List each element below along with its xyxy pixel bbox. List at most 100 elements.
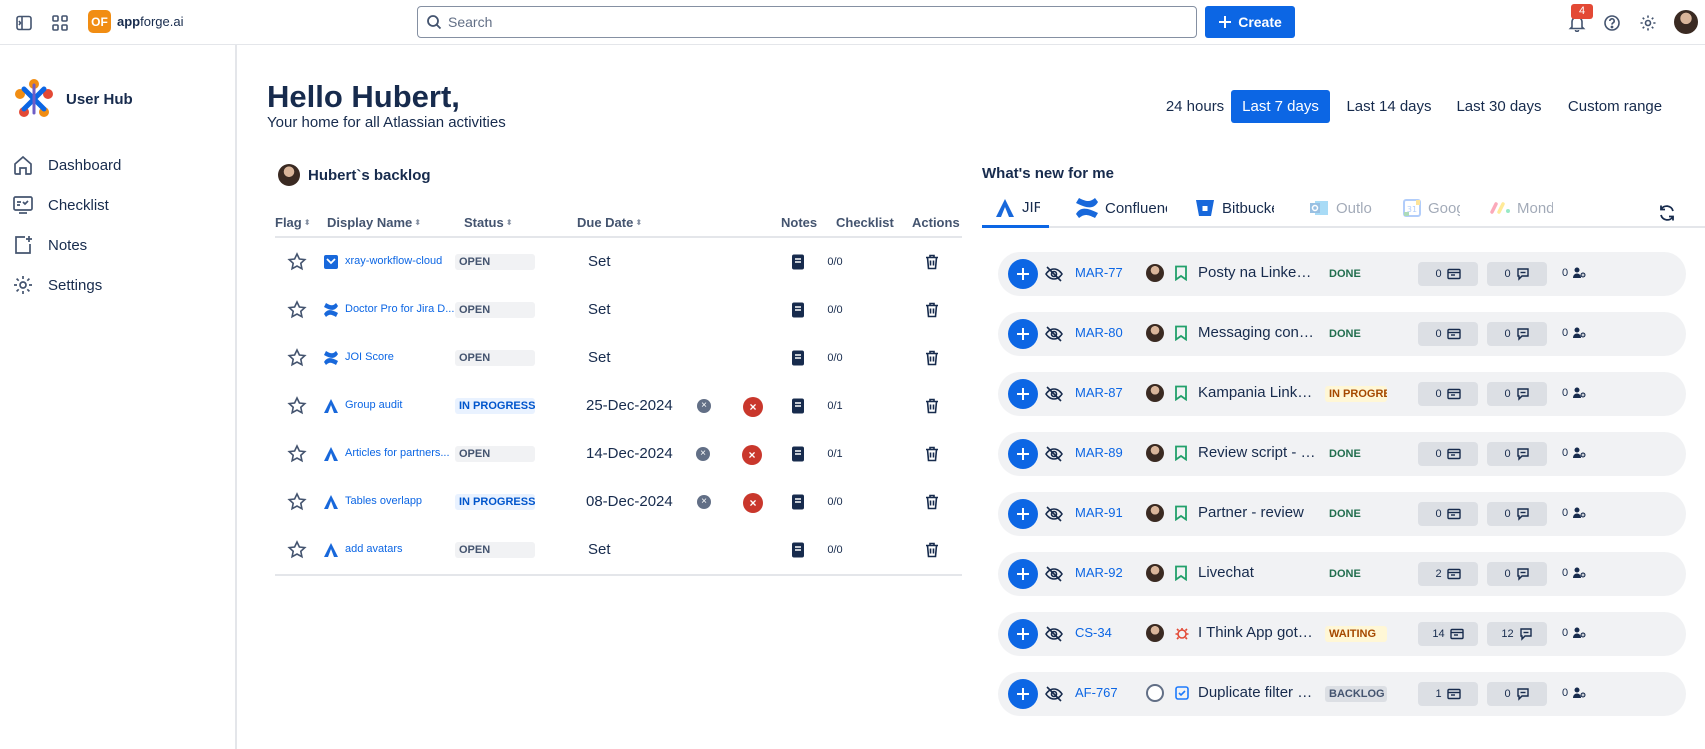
- watchers-count[interactable]: 0: [1562, 266, 1586, 280]
- display-name-link[interactable]: Tables overlapp: [345, 495, 465, 507]
- comments-count[interactable]: 0: [1487, 562, 1547, 586]
- issue-title[interactable]: I Think App got stuck: [1198, 624, 1316, 641]
- hide-eye-icon[interactable]: [1044, 564, 1064, 584]
- tab-monday[interactable]: Monday: [1489, 190, 1559, 226]
- column-header-display-name[interactable]: Display Name ⬍: [327, 215, 421, 230]
- add-to-backlog-button[interactable]: [1008, 259, 1038, 289]
- hide-eye-icon[interactable]: [1044, 264, 1064, 284]
- attachments-count[interactable]: 0: [1418, 442, 1478, 466]
- add-to-backlog-button[interactable]: [1008, 439, 1038, 469]
- trash-icon[interactable]: [923, 253, 941, 271]
- star-icon[interactable]: [287, 396, 307, 416]
- watchers-count[interactable]: 0: [1562, 626, 1586, 640]
- search-input[interactable]: [448, 14, 1148, 30]
- sidebar-item-notes[interactable]: Notes: [12, 231, 222, 259]
- due-date[interactable]: 08-Dec-2024: [586, 493, 673, 510]
- star-icon[interactable]: [287, 540, 307, 560]
- attachments-count[interactable]: 14: [1418, 622, 1478, 646]
- range-last-14-days[interactable]: Last 14 days: [1339, 90, 1439, 123]
- app-switcher-icon[interactable]: [49, 12, 71, 34]
- comments-count[interactable]: 0: [1487, 442, 1547, 466]
- brand[interactable]: OF appforge.ai: [88, 10, 184, 33]
- issue-key-link[interactable]: MAR-89: [1075, 445, 1123, 460]
- attachments-count[interactable]: 0: [1418, 502, 1478, 526]
- clear-date-icon[interactable]: ×: [696, 447, 710, 461]
- refresh-icon[interactable]: [1657, 203, 1677, 223]
- issue-title[interactable]: Messaging concept: [1198, 324, 1316, 341]
- star-icon[interactable]: [287, 348, 307, 368]
- issue-title[interactable]: Kampania LinkedIn: [1198, 384, 1316, 401]
- add-to-backlog-button[interactable]: [1008, 559, 1038, 589]
- trash-icon[interactable]: [923, 349, 941, 367]
- add-to-backlog-button[interactable]: [1008, 619, 1038, 649]
- tab-outlook[interactable]: Outlook: [1308, 190, 1374, 226]
- hide-eye-icon[interactable]: [1044, 444, 1064, 464]
- sidebar-item-settings[interactable]: Settings: [12, 271, 222, 299]
- help-icon[interactable]: [1601, 12, 1623, 34]
- due-date-set[interactable]: Set: [588, 253, 611, 270]
- display-name-link[interactable]: Articles for partners...: [345, 447, 465, 459]
- tab-bitbucket[interactable]: Bitbucket: [1194, 190, 1274, 226]
- due-date-set[interactable]: Set: [588, 541, 611, 558]
- issue-title[interactable]: Livechat: [1198, 564, 1316, 581]
- comments-count[interactable]: 0: [1487, 322, 1547, 346]
- due-date[interactable]: 25-Dec-2024: [586, 397, 673, 414]
- issue-key-link[interactable]: AF-767: [1075, 685, 1118, 700]
- create-button[interactable]: Create: [1205, 6, 1295, 38]
- issue-key-link[interactable]: MAR-87: [1075, 385, 1123, 400]
- column-header-flag[interactable]: Flag ⬍: [275, 215, 310, 230]
- comments-count[interactable]: 12: [1487, 622, 1547, 646]
- attachments-count[interactable]: 0: [1418, 322, 1478, 346]
- issue-key-link[interactable]: MAR-92: [1075, 565, 1123, 580]
- range-24-hours[interactable]: 24 hours: [1145, 90, 1245, 123]
- hide-eye-icon[interactable]: [1044, 684, 1064, 704]
- attachments-count[interactable]: 0: [1418, 262, 1478, 286]
- comments-count[interactable]: 0: [1487, 682, 1547, 706]
- attachments-count[interactable]: 1: [1418, 682, 1478, 706]
- issue-key-link[interactable]: MAR-77: [1075, 265, 1123, 280]
- watchers-count[interactable]: 0: [1562, 506, 1586, 520]
- hide-eye-icon[interactable]: [1044, 324, 1064, 344]
- due-date-set[interactable]: Set: [588, 301, 611, 318]
- sidebar-toggle-icon[interactable]: [13, 12, 35, 34]
- gear-icon[interactable]: [1637, 12, 1659, 34]
- tab-jira[interactable]: JIRA: [982, 190, 1049, 228]
- trash-icon[interactable]: [923, 493, 941, 511]
- issue-key-link[interactable]: CS-34: [1075, 625, 1112, 640]
- issue-title[interactable]: Posty na LinkedIn: [1198, 264, 1316, 281]
- due-date-set[interactable]: Set: [588, 349, 611, 366]
- attachments-count[interactable]: 2: [1418, 562, 1478, 586]
- add-to-backlog-button[interactable]: [1008, 319, 1038, 349]
- trash-icon[interactable]: [923, 301, 941, 319]
- trash-icon[interactable]: [923, 397, 941, 415]
- trash-icon[interactable]: [923, 445, 941, 463]
- hide-eye-icon[interactable]: [1044, 504, 1064, 524]
- display-name-link[interactable]: xray-workflow-cloud: [345, 255, 465, 267]
- comments-count[interactable]: 0: [1487, 502, 1547, 526]
- display-name-link[interactable]: Group audit: [345, 399, 465, 411]
- watchers-count[interactable]: 0: [1562, 446, 1586, 460]
- issue-key-link[interactable]: MAR-80: [1075, 325, 1123, 340]
- issue-title[interactable]: Partner - review: [1198, 504, 1316, 521]
- search-box[interactable]: [417, 6, 1197, 38]
- trash-icon[interactable]: [923, 541, 941, 559]
- sidebar-item-checklist[interactable]: Checklist: [12, 191, 222, 219]
- issue-title[interactable]: Review script - video: [1198, 444, 1316, 461]
- column-header-due-date[interactable]: Due Date ⬍: [577, 215, 642, 230]
- clear-date-icon[interactable]: ×: [697, 399, 711, 413]
- column-header-status[interactable]: Status ⬍: [464, 215, 512, 230]
- add-to-backlog-button[interactable]: [1008, 379, 1038, 409]
- hide-eye-icon[interactable]: [1044, 384, 1064, 404]
- range-last-30-days[interactable]: Last 30 days: [1449, 90, 1549, 123]
- clear-date-icon[interactable]: ×: [697, 495, 711, 509]
- watchers-count[interactable]: 0: [1562, 386, 1586, 400]
- star-icon[interactable]: [287, 300, 307, 320]
- attachments-count[interactable]: 0: [1418, 382, 1478, 406]
- hide-eye-icon[interactable]: [1044, 624, 1064, 644]
- add-to-backlog-button[interactable]: [1008, 499, 1038, 529]
- star-icon[interactable]: [287, 444, 307, 464]
- star-icon[interactable]: [287, 492, 307, 512]
- watchers-count[interactable]: 0: [1562, 566, 1586, 580]
- issue-title[interactable]: Duplicate filter applied: [1198, 684, 1316, 701]
- due-date[interactable]: 14-Dec-2024: [586, 445, 673, 462]
